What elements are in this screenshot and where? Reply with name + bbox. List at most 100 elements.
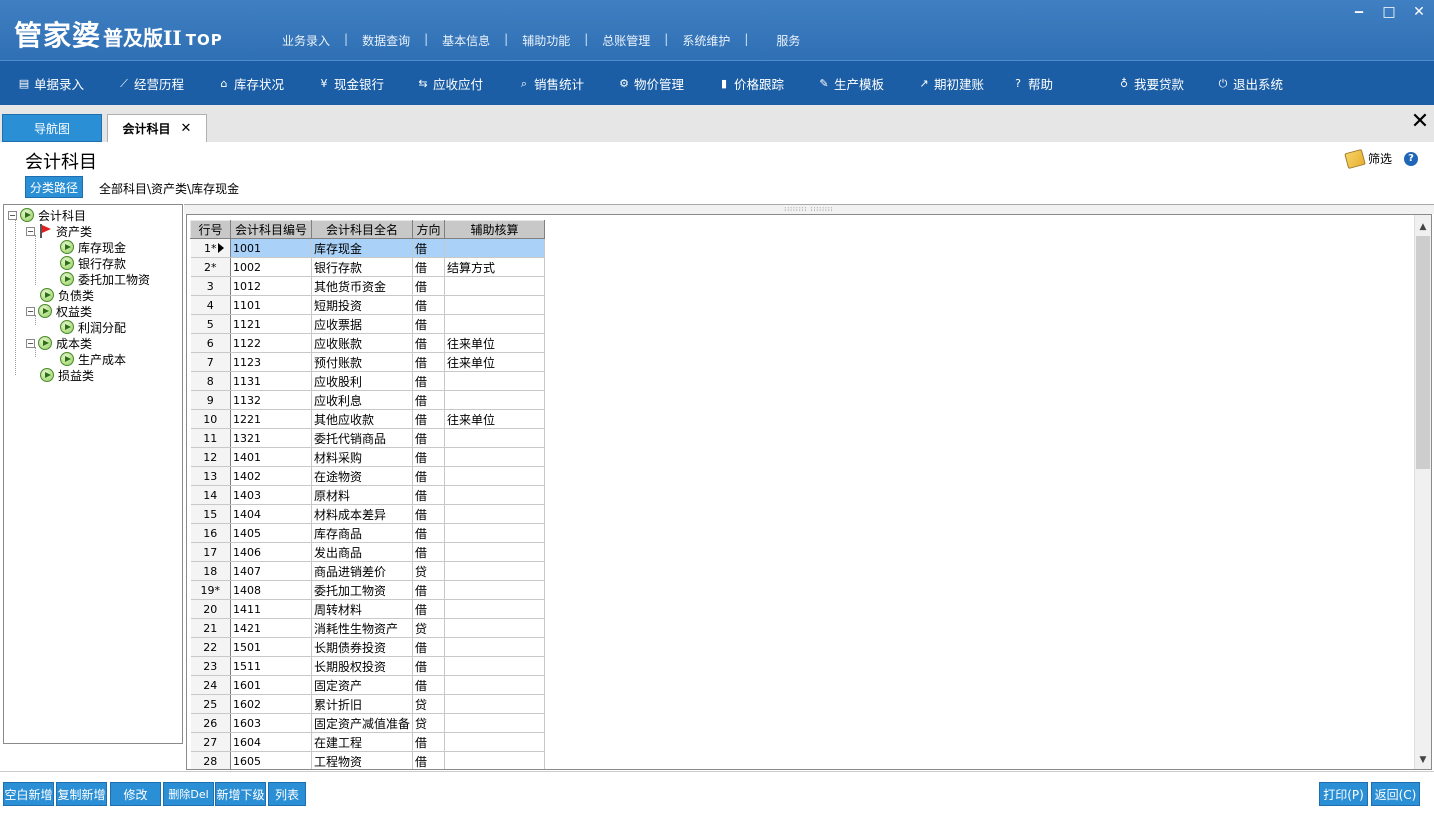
cell-aux[interactable]: [444, 732, 546, 752]
cell-code[interactable]: 1603: [230, 713, 312, 733]
cell-name[interactable]: 在途物资: [311, 466, 414, 486]
cell-aux[interactable]: [444, 390, 546, 410]
cell-row-no[interactable]: 5: [190, 314, 231, 334]
menu-business-entry[interactable]: 业务录入: [268, 32, 344, 49]
cell-aux[interactable]: [444, 751, 546, 769]
cell-row-no[interactable]: 27: [190, 732, 231, 752]
cell-row-no[interactable]: 25: [190, 694, 231, 714]
toolbar-opening-balance[interactable]: ↗ 期初建账: [917, 61, 984, 106]
cell-code[interactable]: 1404: [230, 504, 312, 524]
cell-direction[interactable]: 贷: [412, 713, 446, 733]
cell-name[interactable]: 原材料: [311, 485, 414, 505]
panel-splitter[interactable]: ⁝⁝⁝⁝⁝⁝⁝⁝ ⁝⁝⁝⁝⁝⁝⁝⁝: [184, 204, 1434, 214]
cell-direction[interactable]: 借: [412, 409, 446, 429]
cell-direction[interactable]: 借: [412, 656, 446, 676]
scroll-up-icon[interactable]: ▲: [1415, 219, 1431, 236]
cell-name[interactable]: 库存商品: [311, 523, 414, 543]
cell-row-no[interactable]: 22: [190, 637, 231, 657]
copy-new-button[interactable]: 复制新增: [56, 782, 107, 806]
cell-row-no[interactable]: 15: [190, 504, 231, 524]
cell-aux[interactable]: [444, 485, 546, 505]
cell-row-no[interactable]: 19*: [190, 580, 231, 600]
cell-aux[interactable]: [444, 276, 546, 296]
cell-row-no[interactable]: 14: [190, 485, 231, 505]
toolbar-production-template[interactable]: ✎ 生产模板: [817, 61, 884, 106]
blank-new-button[interactable]: 空白新增: [3, 782, 54, 806]
cell-code[interactable]: 1405: [230, 523, 312, 543]
cell-row-no[interactable]: 8: [190, 371, 231, 391]
column-header-code[interactable]: 会计科目编号: [230, 220, 312, 239]
help-icon[interactable]: ?: [1404, 152, 1418, 166]
cell-aux[interactable]: [444, 713, 546, 733]
cell-code[interactable]: 1401: [230, 447, 312, 467]
cell-code[interactable]: 1605: [230, 751, 312, 769]
cell-code[interactable]: 1501: [230, 637, 312, 657]
cell-aux[interactable]: [444, 656, 546, 676]
menu-ledger[interactable]: 总账管理: [588, 32, 664, 49]
table-row[interactable]: 23 1511 长期股权投资 借: [190, 656, 546, 676]
table-row[interactable]: 27 1604 在建工程 借: [190, 732, 546, 752]
filter-button[interactable]: 筛选: [1344, 148, 1392, 169]
table-row[interactable]: 13 1402 在途物资 借: [190, 466, 546, 486]
cell-code[interactable]: 1123: [230, 352, 312, 372]
cell-aux[interactable]: 往来单位: [444, 352, 546, 372]
cell-code[interactable]: 1406: [230, 542, 312, 562]
table-row[interactable]: 28 1605 工程物资 借: [190, 751, 546, 769]
cell-code[interactable]: 1407: [230, 561, 312, 581]
cell-direction[interactable]: 借: [412, 333, 446, 353]
cell-code[interactable]: 1121: [230, 314, 312, 334]
cell-direction[interactable]: 借: [412, 371, 446, 391]
cell-code[interactable]: 1131: [230, 371, 312, 391]
table-row[interactable]: 22 1501 长期债券投资 借: [190, 637, 546, 657]
cell-name[interactable]: 发出商品: [311, 542, 414, 562]
cell-aux[interactable]: [444, 618, 546, 638]
cell-name[interactable]: 委托加工物资: [311, 580, 414, 600]
cell-direction[interactable]: 贷: [412, 561, 446, 581]
cell-row-no[interactable]: 28: [190, 751, 231, 769]
menu-aux-functions[interactable]: 辅助功能: [508, 32, 584, 49]
cell-name[interactable]: 固定资产减值准备: [311, 713, 414, 733]
tree-node-cost[interactable]: − 成本类: [26, 335, 92, 351]
column-header-direction[interactable]: 方向: [412, 220, 446, 239]
cell-name[interactable]: 其他应收款: [311, 409, 414, 429]
table-row[interactable]: 18 1407 商品进销差价 贷: [190, 561, 546, 581]
toolbar-loan[interactable]: ♁ 我要贷款: [1117, 61, 1184, 106]
cell-code[interactable]: 1321: [230, 428, 312, 448]
cell-row-no[interactable]: 12: [190, 447, 231, 467]
toolbar-cash-bank[interactable]: ¥ 现金银行: [317, 61, 385, 106]
cell-row-no[interactable]: 21: [190, 618, 231, 638]
collapse-icon[interactable]: −: [8, 210, 17, 220]
toolbar-price-tracking[interactable]: ▮ 价格跟踪: [717, 61, 784, 106]
close-tab-icon[interactable]: ✕: [181, 121, 192, 136]
table-row[interactable]: 10 1221 其他应收款 借 往来单位: [190, 409, 546, 429]
cell-direction[interactable]: 借: [412, 428, 446, 448]
cell-row-no[interactable]: 26: [190, 713, 231, 733]
cell-aux[interactable]: 往来单位: [444, 409, 546, 429]
cell-name[interactable]: 短期投资: [311, 295, 414, 315]
cell-name[interactable]: 长期债券投资: [311, 637, 414, 657]
cell-name[interactable]: 工程物资: [311, 751, 414, 769]
close-window-icon[interactable]: ✕: [1404, 2, 1434, 22]
cell-direction[interactable]: 借: [412, 314, 446, 334]
cell-row-no[interactable]: 23: [190, 656, 231, 676]
cell-direction[interactable]: 借: [412, 390, 446, 410]
cell-aux[interactable]: [444, 637, 546, 657]
toolbar-exit[interactable]: ⏻ 退出系统: [1216, 61, 1283, 106]
cell-code[interactable]: 1132: [230, 390, 312, 410]
collapse-icon[interactable]: −: [26, 306, 35, 316]
cell-aux[interactable]: [444, 314, 546, 334]
cell-name[interactable]: 应收股利: [311, 371, 414, 391]
cell-direction[interactable]: 借: [412, 637, 446, 657]
tree-node-bank[interactable]: 银行存款: [60, 255, 126, 271]
scroll-thumb[interactable]: [1416, 236, 1430, 469]
cell-name[interactable]: 预付账款: [311, 352, 414, 372]
cell-code[interactable]: 1402: [230, 466, 312, 486]
category-path-button[interactable]: 分类路径: [25, 176, 83, 198]
cell-row-no[interactable]: 7: [190, 352, 231, 372]
cell-code[interactable]: 1602: [230, 694, 312, 714]
toolbar-help[interactable]: ? 帮助: [1011, 61, 1053, 106]
cell-aux[interactable]: [444, 466, 546, 486]
cell-direction[interactable]: 借: [412, 257, 446, 277]
cell-direction[interactable]: 借: [412, 542, 446, 562]
toolbar-operation-history[interactable]: ⟋ 经营历程: [117, 61, 184, 106]
